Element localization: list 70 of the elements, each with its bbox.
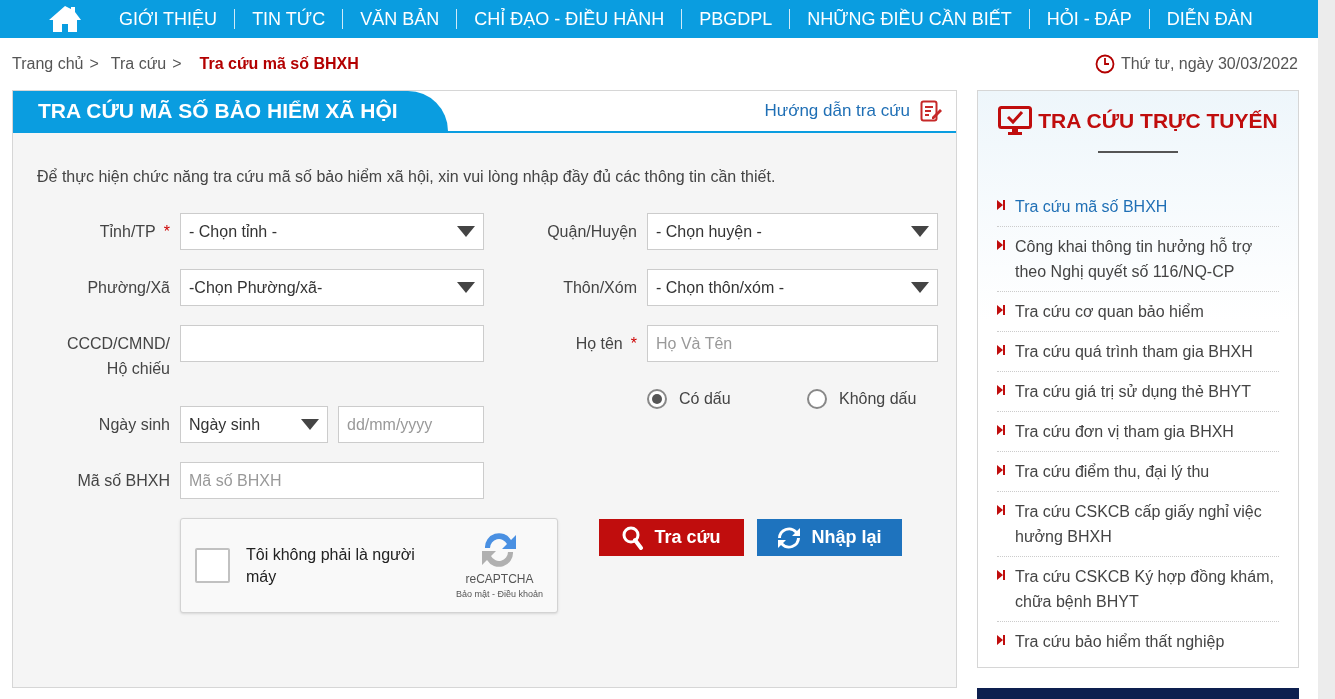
- input-field[interactable]: Họ Và Tên: [647, 325, 938, 362]
- bullet-icon: [997, 239, 1005, 250]
- bullet-icon: [997, 504, 1005, 515]
- sidebar-link[interactable]: Tra cứu CSKCB cấp giấy nghỉ việc hưởng BHXH: [1015, 498, 1279, 549]
- required-mark: *: [163, 222, 170, 242]
- field-label: Thôn/Xóm: [563, 278, 637, 298]
- input-field[interactable]: [180, 325, 484, 362]
- breadcrumb-link[interactable]: Trang chủ: [12, 52, 84, 76]
- bullet-icon: [997, 634, 1005, 645]
- guide-link[interactable]: Hướng dẫn tra cứu: [764, 98, 956, 124]
- sidebar-link[interactable]: Công khai thông tin hưởng hỗ trợ theo Nghị quyết số 116/NQ-CP: [1015, 233, 1279, 284]
- sidebar-link[interactable]: Tra cứu cơ quan bảo hiểm: [1015, 298, 1204, 324]
- bullet-icon: [997, 304, 1005, 315]
- date-text: Thứ tư, ngày 30/03/2022: [1120, 54, 1298, 74]
- search-button[interactable]: Tra cứu: [599, 519, 744, 556]
- field-label: Phường/Xã: [87, 278, 170, 298]
- select-field[interactable]: - Chọn huyện -: [647, 213, 938, 250]
- caret-icon: [911, 282, 929, 293]
- input-field[interactable]: Mã số BHXH: [180, 462, 484, 499]
- caret-icon: [911, 226, 929, 237]
- breadcrumb-separator: >: [172, 54, 182, 74]
- select-field[interactable]: - Chọn thôn/xóm -: [647, 269, 938, 306]
- bullet-icon: [997, 344, 1005, 355]
- edit-note-icon: [920, 100, 942, 122]
- field-label: Mã số BHXH: [77, 471, 170, 491]
- bullet-icon: [997, 424, 1005, 435]
- field-label: Tỉnh/TP: [99, 222, 156, 242]
- caret-icon: [457, 226, 475, 237]
- field-label: Ngày sinh: [98, 415, 170, 435]
- radio-button[interactable]: [807, 389, 827, 409]
- radio-option[interactable]: Không dấu: [807, 387, 917, 411]
- bullet-icon: [997, 464, 1005, 475]
- captcha-label: Tôi không phải là người máy: [246, 544, 416, 587]
- sidebar-link[interactable]: Tra cứu CSKCB Ký hợp đồng khám, chữa bệnh BHYT: [1015, 563, 1279, 614]
- field-label: Họ tên: [575, 334, 623, 354]
- intro-text: Để thực hiện chức năng tra cứu mã số bảo hiểm xã hội, xin vui lòng nhập đầy đủ các thông tin cần thiết.: [36, 167, 777, 187]
- home-icon[interactable]: [48, 5, 82, 33]
- monitor-check-icon: [998, 105, 1033, 136]
- bullet-icon: [997, 199, 1005, 210]
- sidebar-link[interactable]: Tra cứu giá trị sử dụng thẻ BHYT: [1015, 378, 1252, 404]
- sidebar-title: TRA CỨU TRỰC TUYẾN: [1038, 108, 1278, 134]
- captcha-checkbox[interactable]: [195, 548, 230, 583]
- sidebar-link[interactable]: Tra cứu mã số BHXH: [1015, 193, 1168, 219]
- select-field[interactable]: - Chọn tỉnh -: [180, 213, 484, 250]
- breadcrumb-separator: >: [89, 54, 99, 74]
- search-icon: [622, 525, 645, 550]
- select-field[interactable]: -Chọn Phường/xã-: [180, 269, 484, 306]
- captcha-brand: reCAPTCHA: [465, 570, 534, 588]
- radio-button[interactable]: [647, 389, 667, 409]
- sidebar-link[interactable]: Tra cứu đơn vị tham gia BHXH: [1015, 418, 1234, 444]
- caret-icon: [457, 282, 475, 293]
- date-input[interactable]: dd/mm/yyyy: [338, 406, 484, 443]
- panel-title: TRA CỨU MÃ SỐ BẢO HIỂM XÃ HỘI: [13, 91, 448, 131]
- captcha-links[interactable]: Bảo mật - Điều khoản: [455, 587, 543, 602]
- refresh-icon: [777, 525, 802, 550]
- radio-option[interactable]: Có dấu: [647, 387, 757, 411]
- sidebar-link[interactable]: Tra cứu bảo hiểm thất nghiệp: [1015, 628, 1225, 654]
- reset-button[interactable]: Nhập lại: [757, 519, 902, 556]
- bullet-icon: [997, 569, 1005, 580]
- caret-icon: [301, 419, 319, 430]
- sidebar-link[interactable]: Tra cứu quá trình tham gia BHXH: [1015, 338, 1253, 364]
- sidebar-link[interactable]: Tra cứu điểm thu, đại lý thu: [1015, 458, 1210, 484]
- select-field[interactable]: Ngày sinh: [180, 406, 328, 443]
- required-mark: *: [630, 334, 637, 354]
- field-label: Quận/Huyện: [547, 222, 637, 242]
- clock-icon: [1094, 54, 1115, 74]
- breadcrumb-link[interactable]: Tra cứu: [110, 52, 167, 76]
- field-label: CCCD/CMND/ Hộ chiếu: [65, 334, 170, 379]
- breadcrumb-link[interactable]: Tra cứu mã số BHXH: [199, 52, 359, 76]
- bullet-icon: [997, 384, 1005, 395]
